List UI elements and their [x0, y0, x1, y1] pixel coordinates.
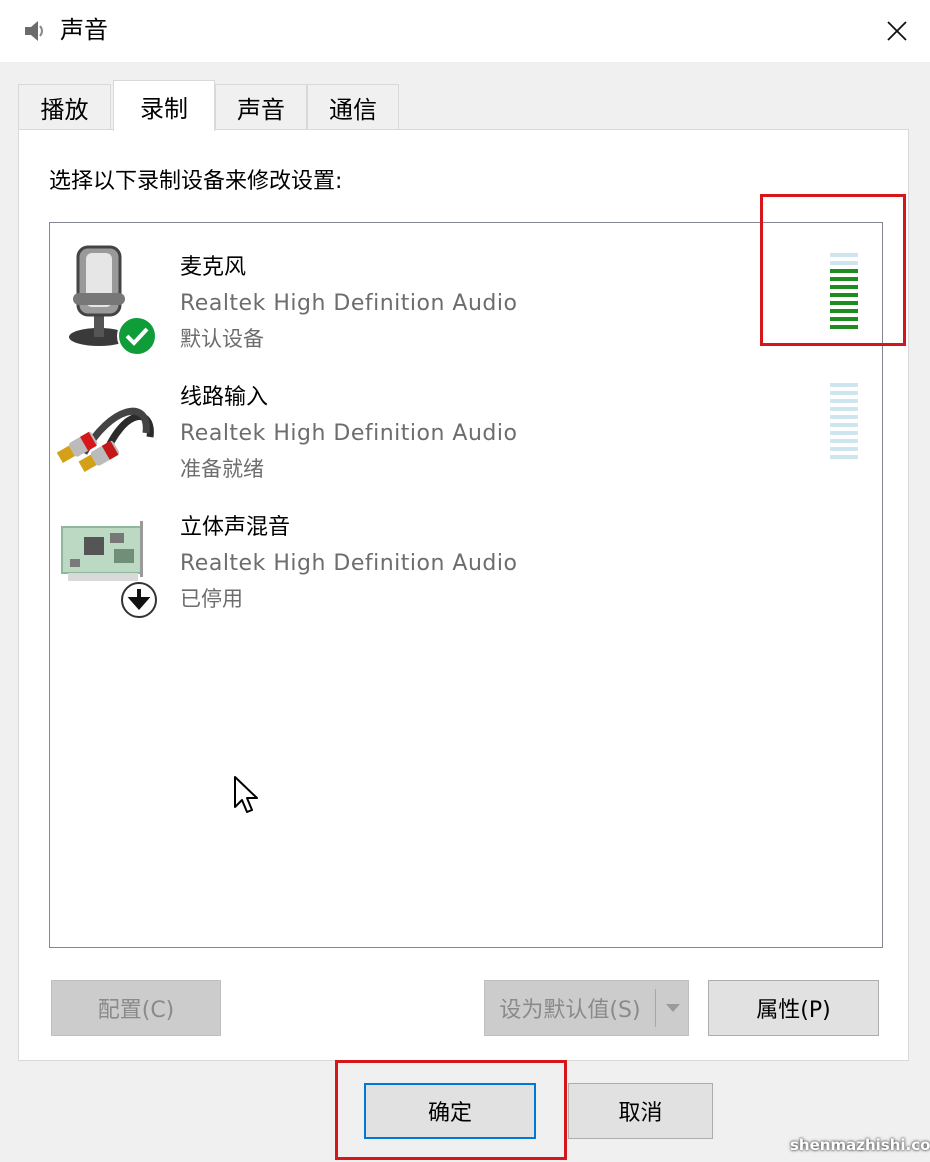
mouse-cursor-icon — [234, 776, 258, 813]
meter-segment — [830, 431, 858, 435]
device-line-in[interactable]: 线路输入 Realtek High Definition Audio 准备就绪 — [50, 367, 882, 487]
device-microphone[interactable]: 麦克风 Realtek High Definition Audio 默认设备 — [50, 237, 882, 357]
meter-segment — [830, 253, 858, 257]
meter-segment — [830, 383, 858, 387]
level-meter — [830, 253, 858, 333]
meter-segment — [830, 309, 858, 313]
cancel-button[interactable]: 取消 — [568, 1083, 713, 1139]
device-name: 立体声混音 — [180, 515, 291, 540]
meter-segment — [830, 317, 858, 321]
title-bar: 声音 — [0, 0, 930, 62]
set-default-label: 设为默认值(S) — [499, 998, 641, 1023]
tab-playback[interactable]: 播放 — [18, 84, 111, 130]
split-separator — [655, 989, 656, 1027]
properties-button[interactable]: 属性(P) — [708, 980, 879, 1036]
meter-segment — [830, 455, 858, 459]
device-status: 准备就绪 — [180, 457, 264, 481]
close-icon — [887, 21, 907, 41]
meter-segment — [830, 423, 858, 427]
rca-cable-icon — [56, 407, 154, 472]
device-status: 已停用 — [180, 587, 243, 611]
meter-segment — [830, 285, 858, 289]
check-badge-icon — [117, 316, 157, 356]
meter-segment — [830, 325, 858, 329]
meter-segment — [830, 415, 858, 419]
tab-strip: 播放 录制 声音 通信 — [18, 80, 908, 131]
tab-sounds[interactable]: 声音 — [215, 84, 307, 130]
dropdown-arrow-icon[interactable] — [661, 995, 685, 1019]
device-name: 线路输入 — [180, 385, 269, 410]
tab-recording[interactable]: 录制 — [113, 80, 215, 131]
meter-segment — [830, 293, 858, 297]
sound-dialog: 声音 播放 录制 声音 通信 选择以下录制设备来修改设置: 麦克风 Realte… — [0, 0, 930, 1162]
meter-segment — [830, 301, 858, 305]
set-default-button[interactable]: 设为默认值(S) — [484, 980, 689, 1036]
configure-button[interactable]: 配置(C) — [51, 980, 221, 1036]
device-status: 默认设备 — [180, 327, 264, 351]
instruction-text: 选择以下录制设备来修改设置: — [49, 169, 343, 194]
speaker-icon — [25, 21, 43, 41]
device-stereo-mix[interactable]: 立体声混音 Realtek High Definition Audio 已停用 — [50, 497, 882, 618]
device-driver: Realtek High Definition Audio — [180, 421, 518, 446]
close-button[interactable] — [872, 8, 922, 54]
meter-segment — [830, 407, 858, 411]
meter-segment — [830, 261, 858, 265]
device-name: 麦克风 — [180, 255, 247, 280]
down-arrow-badge-icon — [121, 582, 157, 618]
device-driver: Realtek High Definition Audio — [180, 291, 518, 316]
device-driver: Realtek High Definition Audio — [180, 551, 518, 576]
tab-communications[interactable]: 通信 — [307, 84, 399, 130]
meter-segment — [830, 439, 858, 443]
meter-segment — [830, 447, 858, 451]
watermark: shenmazhishi.com — [790, 1136, 930, 1154]
device-list[interactable]: 麦克风 Realtek High Definition Audio 默认设备 线… — [49, 222, 883, 948]
meter-segment — [830, 277, 858, 281]
level-meter — [830, 383, 858, 463]
meter-segment — [830, 391, 858, 395]
recording-panel: 选择以下录制设备来修改设置: 麦克风 Realtek High Definiti… — [18, 129, 909, 1061]
meter-segment — [830, 399, 858, 403]
ok-button[interactable]: 确定 — [364, 1083, 536, 1139]
window-title: 声音 — [60, 16, 108, 44]
meter-segment — [830, 269, 858, 273]
